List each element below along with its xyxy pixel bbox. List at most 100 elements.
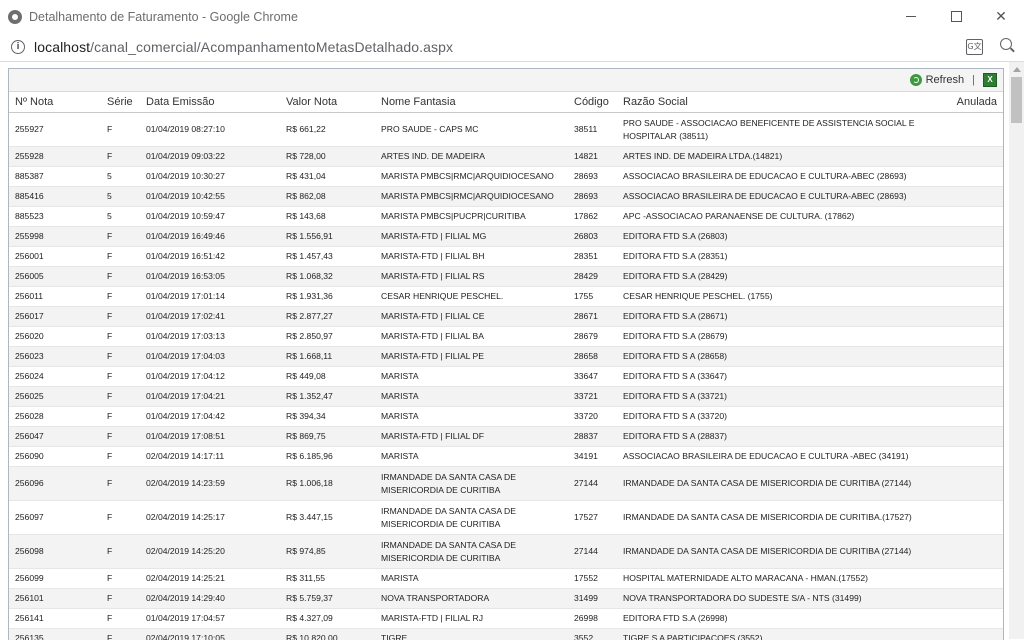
table-row[interactable]: 885523501/04/2019 10:59:47R$ 143,68MARIS… xyxy=(9,207,1003,227)
cell-nota: 256135 xyxy=(9,629,101,640)
cell-valor: R$ 10.820,00 xyxy=(280,629,375,640)
url-host: localhost xyxy=(34,39,90,55)
col-header-anulada[interactable]: Anulada xyxy=(947,92,1003,113)
cell-codigo: 17862 xyxy=(568,207,617,227)
refresh-icon[interactable] xyxy=(910,74,922,86)
col-header-data[interactable]: Data Emissão xyxy=(140,92,280,113)
table-row[interactable]: 255998F01/04/2019 16:49:46R$ 1.556,91MAR… xyxy=(9,227,1003,247)
cell-nota: 885387 xyxy=(9,167,101,187)
cell-anulada xyxy=(947,501,1003,535)
scroll-thumb[interactable] xyxy=(1011,77,1022,123)
cell-anulada xyxy=(947,629,1003,640)
cell-anulada xyxy=(947,227,1003,247)
cell-valor: R$ 1.068,32 xyxy=(280,267,375,287)
col-header-codigo[interactable]: Código xyxy=(568,92,617,113)
cell-fantasia: TIGRE xyxy=(375,629,568,640)
table-row[interactable]: 256028F01/04/2019 17:04:42R$ 394,34MARIS… xyxy=(9,407,1003,427)
cell-data: 01/04/2019 17:04:21 xyxy=(140,387,280,407)
cell-data: 02/04/2019 14:25:21 xyxy=(140,569,280,589)
cell-data: 02/04/2019 14:25:20 xyxy=(140,535,280,569)
cell-fantasia: MARISTA PMBCS|PUCPR|CURITIBA xyxy=(375,207,568,227)
table-row[interactable]: 256099F02/04/2019 14:25:21R$ 311,55MARIS… xyxy=(9,569,1003,589)
cell-fantasia: MARISTA PMBCS|RMC|ARQUIDIOCESANO xyxy=(375,187,568,207)
cell-valor: R$ 6.185,96 xyxy=(280,447,375,467)
cell-serie: F xyxy=(101,609,140,629)
cell-codigo: 1755 xyxy=(568,287,617,307)
address-bar[interactable]: i localhost/canal_comercial/Acompanhamen… xyxy=(0,33,1024,62)
cell-anulada xyxy=(947,267,1003,287)
refresh-button[interactable]: Refresh xyxy=(926,74,965,86)
cell-fantasia: MARISTA-FTD | FILIAL RJ xyxy=(375,609,568,629)
cell-razao: ASSOCIACAO BRASILEIRA DE EDUCACAO E CULT… xyxy=(617,187,947,207)
col-header-serie[interactable]: Série xyxy=(101,92,140,113)
cell-razao: EDITORA FTD S.A (28351) xyxy=(617,247,947,267)
window-titlebar: Detalhamento de Faturamento - Google Chr… xyxy=(0,0,1024,33)
table-header: Nº Nota Série Data Emissão Valor Nota No… xyxy=(9,92,1003,113)
cell-nota: 256141 xyxy=(9,609,101,629)
close-button[interactable]: ✕ xyxy=(978,0,1024,33)
cell-valor: R$ 974,85 xyxy=(280,535,375,569)
table-row[interactable]: 885416501/04/2019 10:42:55R$ 862,08MARIS… xyxy=(9,187,1003,207)
cell-valor: R$ 869,75 xyxy=(280,427,375,447)
col-header-valor[interactable]: Valor Nota xyxy=(280,92,375,113)
translate-icon[interactable]: G文 xyxy=(966,39,983,55)
cell-valor: R$ 449,08 xyxy=(280,367,375,387)
zoom-icon[interactable] xyxy=(1000,38,1012,50)
cell-valor: R$ 3.447,15 xyxy=(280,501,375,535)
url-text[interactable]: localhost/canal_comercial/Acompanhamento… xyxy=(34,39,453,55)
vertical-scrollbar[interactable] xyxy=(1009,62,1024,639)
table-row[interactable]: 255928F01/04/2019 09:03:22R$ 728,00ARTES… xyxy=(9,147,1003,167)
cell-serie: F xyxy=(101,407,140,427)
table-row[interactable]: 256047F01/04/2019 17:08:51R$ 869,75MARIS… xyxy=(9,427,1003,447)
table-row[interactable]: 885387501/04/2019 10:30:27R$ 431,04MARIS… xyxy=(9,167,1003,187)
cell-valor: R$ 4.327,09 xyxy=(280,609,375,629)
col-header-fantasia[interactable]: Nome Fantasia xyxy=(375,92,568,113)
cell-razao: EDITORA FTD S A (33647) xyxy=(617,367,947,387)
maximize-button[interactable] xyxy=(933,0,979,33)
table-row[interactable]: 256141F01/04/2019 17:04:57R$ 4.327,09MAR… xyxy=(9,609,1003,629)
table-row[interactable]: 256024F01/04/2019 17:04:12R$ 449,08MARIS… xyxy=(9,367,1003,387)
cell-serie: F xyxy=(101,501,140,535)
cell-nota: 256011 xyxy=(9,287,101,307)
cell-fantasia: NOVA TRANSPORTADORA xyxy=(375,589,568,609)
table-row[interactable]: 256097F02/04/2019 14:25:17R$ 3.447,15IRM… xyxy=(9,501,1003,535)
table-row[interactable]: 256011F01/04/2019 17:01:14R$ 1.931,36CES… xyxy=(9,287,1003,307)
excel-export-icon[interactable]: X xyxy=(983,73,997,87)
table-row[interactable]: 256135F02/04/2019 17:10:05R$ 10.820,00TI… xyxy=(9,629,1003,640)
table-row[interactable]: 255927F01/04/2019 08:27:10R$ 661,22PRO S… xyxy=(9,113,1003,147)
table-row[interactable]: 256098F02/04/2019 14:25:20R$ 974,85IRMAN… xyxy=(9,535,1003,569)
site-info-icon[interactable]: i xyxy=(11,40,25,54)
table-row[interactable]: 256005F01/04/2019 16:53:05R$ 1.068,32MAR… xyxy=(9,267,1003,287)
cell-nota: 255928 xyxy=(9,147,101,167)
table-row[interactable]: 256101F02/04/2019 14:29:40R$ 5.759,37NOV… xyxy=(9,589,1003,609)
table-row[interactable]: 256020F01/04/2019 17:03:13R$ 2.850,97MAR… xyxy=(9,327,1003,347)
table-row[interactable]: 256023F01/04/2019 17:04:03R$ 1.668,11MAR… xyxy=(9,347,1003,367)
cell-fantasia: MARISTA-FTD | FILIAL CE xyxy=(375,307,568,327)
table-row[interactable]: 256001F01/04/2019 16:51:42R$ 1.457,43MAR… xyxy=(9,247,1003,267)
cell-anulada xyxy=(947,347,1003,367)
cell-razao: CESAR HENRIQUE PESCHEL. (1755) xyxy=(617,287,947,307)
cell-codigo: 26803 xyxy=(568,227,617,247)
cell-data: 02/04/2019 14:25:17 xyxy=(140,501,280,535)
cell-razao: NOVA TRANSPORTADORA DO SUDESTE S/A - NTS… xyxy=(617,589,947,609)
cell-data: 01/04/2019 17:04:03 xyxy=(140,347,280,367)
col-header-razao[interactable]: Razão Social xyxy=(617,92,947,113)
cell-data: 01/04/2019 17:04:42 xyxy=(140,407,280,427)
table-row[interactable]: 256090F02/04/2019 14:17:11R$ 6.185,96MAR… xyxy=(9,447,1003,467)
cell-serie: F xyxy=(101,367,140,387)
table-row[interactable]: 256096F02/04/2019 14:23:59R$ 1.006,18IRM… xyxy=(9,467,1003,501)
cell-nota: 255927 xyxy=(9,113,101,147)
cell-fantasia: MARISTA xyxy=(375,387,568,407)
cell-razao: IRMANDADE DA SANTA CASA DE MISERICORDIA … xyxy=(617,501,947,535)
cell-valor: R$ 1.352,47 xyxy=(280,387,375,407)
col-header-nota[interactable]: Nº Nota xyxy=(9,92,101,113)
table-row[interactable]: 256017F01/04/2019 17:02:41R$ 2.877,27MAR… xyxy=(9,307,1003,327)
cell-data: 01/04/2019 17:04:57 xyxy=(140,609,280,629)
cell-nota: 256025 xyxy=(9,387,101,407)
cell-data: 01/04/2019 17:01:14 xyxy=(140,287,280,307)
scroll-up-icon[interactable] xyxy=(1013,67,1021,72)
cell-fantasia: MARISTA-FTD | FILIAL DF xyxy=(375,427,568,447)
table-row[interactable]: 256025F01/04/2019 17:04:21R$ 1.352,47MAR… xyxy=(9,387,1003,407)
cell-serie: F xyxy=(101,247,140,267)
minimize-button[interactable] xyxy=(888,0,934,33)
